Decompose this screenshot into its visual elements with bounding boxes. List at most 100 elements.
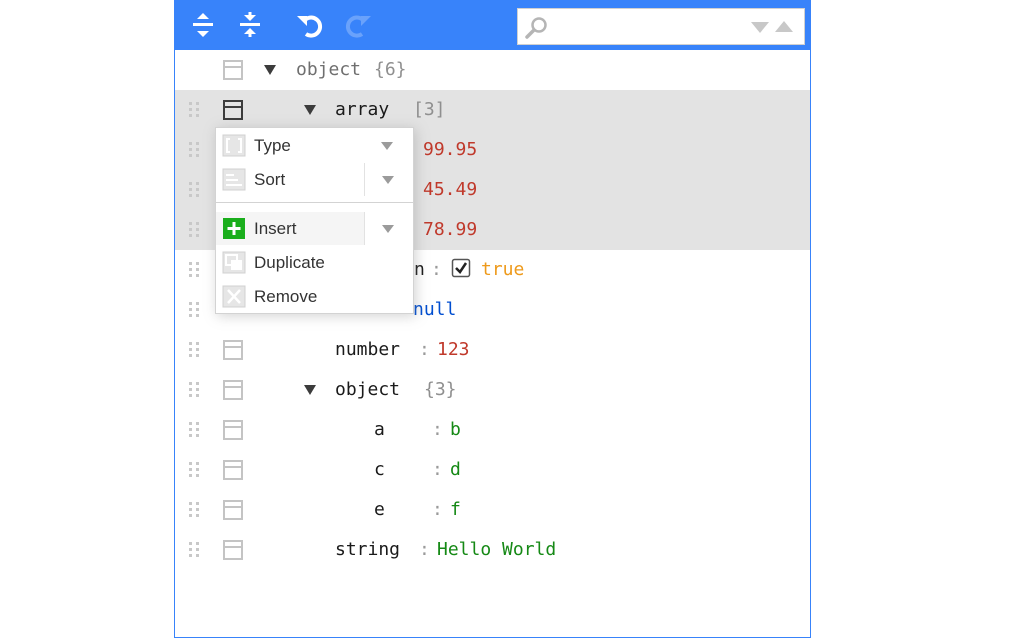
collapse-toggle-icon[interactable] — [263, 63, 277, 77]
tree-row-object-item: a : b — [175, 410, 810, 450]
item-count: {6} — [374, 59, 407, 80]
drag-handle-icon[interactable] — [187, 260, 201, 280]
separator: : — [431, 259, 442, 280]
drag-handle-icon[interactable] — [187, 420, 201, 440]
submenu-expand-button[interactable] — [364, 163, 413, 196]
drag-handle-icon[interactable] — [187, 300, 201, 320]
drag-handle-icon[interactable] — [187, 380, 201, 400]
context-menu-button[interactable] — [222, 379, 244, 401]
value-string[interactable]: d — [450, 458, 461, 482]
tree-row-object: object {3} — [175, 370, 810, 410]
menu-item-sort-button[interactable]: Sort — [216, 163, 364, 196]
type-icon — [222, 134, 246, 157]
sort-icon — [222, 168, 246, 191]
field-name[interactable]: array — [335, 98, 389, 122]
search-input[interactable] — [556, 14, 736, 40]
field-name[interactable]: string — [335, 538, 400, 562]
tree-row-object-item: e : f — [175, 490, 810, 530]
drag-handle-icon[interactable] — [187, 500, 201, 520]
value-boolean[interactable]: true — [481, 258, 524, 282]
context-menu-button[interactable] — [222, 339, 244, 361]
context-menu-button[interactable] — [222, 99, 244, 121]
collapse-all-icon — [240, 12, 260, 37]
field-name[interactable]: a — [374, 418, 385, 442]
drag-handle-icon[interactable] — [187, 540, 201, 560]
menu-item-label: Duplicate — [254, 253, 325, 272]
separator: : — [419, 339, 430, 360]
insert-plus-icon — [223, 218, 245, 239]
value-string[interactable]: b — [450, 418, 461, 442]
menu-item-type[interactable]: Type — [216, 129, 413, 162]
menu-item-duplicate-button[interactable]: Duplicate — [216, 246, 413, 279]
field-name[interactable]: n — [414, 258, 425, 282]
boolean-checkbox[interactable] — [451, 258, 471, 278]
search-next-button[interactable] — [750, 20, 770, 34]
menu-divider — [216, 202, 413, 203]
chevron-down-icon — [382, 176, 394, 184]
redo-button[interactable] — [342, 9, 374, 41]
context-menu-button[interactable] — [222, 539, 244, 561]
menu-item-label: Sort — [254, 170, 286, 189]
collapse-toggle-icon[interactable] — [303, 383, 317, 397]
submenu-expand-button[interactable] — [364, 212, 413, 245]
value-string[interactable]: Hello World — [437, 538, 556, 562]
menu-item-duplicate[interactable]: Duplicate — [216, 246, 413, 279]
search-box — [517, 8, 805, 45]
context-menu-button[interactable] — [222, 419, 244, 441]
field-name[interactable]: c — [374, 458, 385, 482]
field-name[interactable]: number — [335, 338, 400, 362]
field-name: object — [296, 59, 362, 80]
context-menu-button[interactable] — [222, 499, 244, 521]
context-menu-button[interactable] — [222, 59, 244, 81]
menu-item-label: Insert — [254, 219, 297, 238]
value-number[interactable]: 45.49 — [423, 178, 477, 202]
context-menu-button[interactable] — [222, 459, 244, 481]
collapse-all-button[interactable] — [234, 9, 266, 41]
value-number[interactable]: 123 — [437, 338, 470, 362]
item-count: {3} — [424, 379, 457, 400]
item-count: [3] — [413, 99, 446, 120]
json-editor: object {6} array [3] 99.95 45.49 78.99 n — [174, 0, 811, 638]
search-previous-button[interactable] — [774, 20, 794, 34]
undo-button[interactable] — [294, 9, 326, 41]
menubar — [175, 0, 810, 50]
menu-item-label: Type — [254, 136, 291, 155]
drag-handle-icon[interactable] — [187, 340, 201, 360]
field-name[interactable]: e — [374, 498, 385, 522]
submenu-expand-button[interactable] — [364, 129, 413, 162]
tree-row-array: array [3] — [175, 90, 810, 130]
menu-item-insert[interactable]: Insert — [216, 212, 413, 245]
menu-item-type-button[interactable]: Type — [216, 129, 364, 162]
value-number[interactable]: 99.95 — [423, 138, 477, 162]
menu-item-remove-button[interactable]: Remove — [216, 280, 413, 313]
menu-item-remove[interactable]: Remove — [216, 280, 413, 313]
value-number[interactable]: 78.99 — [423, 218, 477, 242]
drag-handle-icon[interactable] — [187, 220, 201, 240]
context-menu: Type Sort Insert Duplicate Remove — [215, 127, 414, 314]
chevron-down-icon — [381, 142, 393, 150]
field-name[interactable]: object — [335, 378, 400, 402]
tree-row-root: object {6} — [175, 50, 810, 90]
expand-all-icon — [193, 13, 213, 37]
menu-item-sort[interactable]: Sort — [216, 163, 413, 196]
collapse-toggle-icon[interactable] — [303, 103, 317, 117]
remove-icon — [222, 285, 246, 308]
value-null[interactable]: null — [413, 298, 456, 322]
drag-handle-icon[interactable] — [187, 180, 201, 200]
chevron-down-icon — [382, 225, 394, 233]
value-string[interactable]: f — [450, 498, 461, 522]
separator: : — [419, 539, 430, 560]
expand-all-button[interactable] — [187, 9, 219, 41]
menu-item-label: Remove — [254, 287, 318, 306]
separator: : — [432, 459, 443, 480]
duplicate-icon — [222, 251, 246, 274]
drag-handle-icon[interactable] — [187, 460, 201, 480]
drag-handle-icon[interactable] — [187, 140, 201, 160]
tree-row-object-item: c : d — [175, 450, 810, 490]
drag-handle-icon[interactable] — [187, 100, 201, 120]
separator: : — [432, 499, 443, 520]
undo-icon — [297, 15, 323, 38]
tree-row-number: number : 123 — [175, 330, 810, 370]
search-icon — [525, 17, 547, 39]
menu-item-insert-button[interactable]: Insert — [216, 212, 364, 245]
